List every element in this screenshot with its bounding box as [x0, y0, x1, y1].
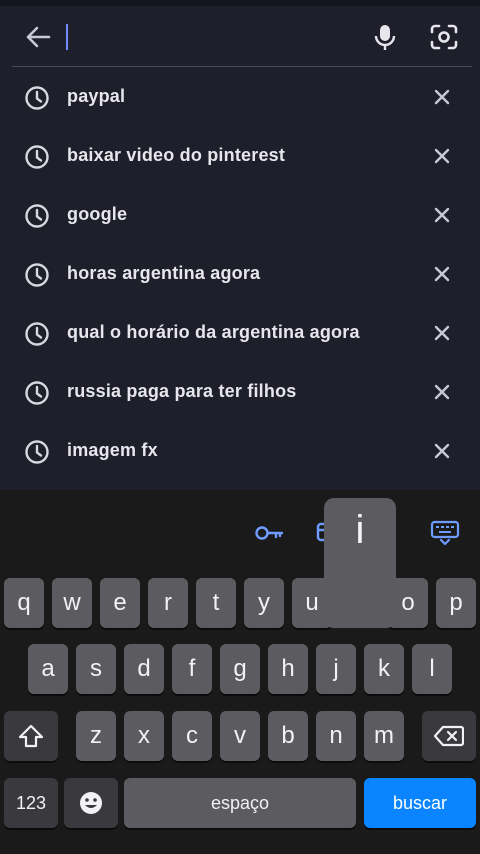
remove-history-icon[interactable]: [430, 144, 454, 168]
key-v[interactable]: v: [220, 711, 260, 761]
history-item[interactable]: qual o horário da argentina agora: [0, 304, 480, 363]
key-x[interactable]: x: [124, 711, 164, 761]
emoji-icon: [80, 792, 102, 814]
key-k[interactable]: k: [364, 644, 404, 694]
key-icon[interactable]: [254, 522, 284, 544]
space-key[interactable]: espaço: [124, 778, 356, 828]
key-y[interactable]: y: [244, 578, 284, 628]
history-item-label: russia paga para ter filhos: [67, 381, 297, 401]
key-z[interactable]: z: [76, 711, 116, 761]
history-clock-icon: [24, 262, 50, 288]
key-l[interactable]: l: [412, 644, 452, 694]
key-i-popup-letter: i: [355, 508, 365, 552]
search-action-key[interactable]: buscar: [364, 778, 476, 828]
key-j[interactable]: j: [316, 644, 356, 694]
back-arrow-icon[interactable]: [22, 22, 54, 52]
remove-history-icon[interactable]: [430, 85, 454, 109]
history-item[interactable]: google: [0, 186, 480, 245]
history-item[interactable]: horas argentina agora: [0, 245, 480, 304]
search-history-list: paypal baixar video do pinterest google …: [0, 68, 480, 481]
history-clock-icon: [24, 144, 50, 170]
key-s[interactable]: s: [76, 644, 116, 694]
key-d[interactable]: d: [124, 644, 164, 694]
history-item[interactable]: baixar video do pinterest: [0, 127, 480, 186]
history-clock-icon: [24, 85, 50, 111]
remove-history-icon[interactable]: [430, 262, 454, 286]
history-item[interactable]: paypal: [0, 68, 480, 127]
remove-history-icon[interactable]: [430, 321, 454, 345]
key-e[interactable]: e: [100, 578, 140, 628]
history-clock-icon: [24, 380, 50, 406]
emoji-key[interactable]: [64, 778, 118, 828]
key-f[interactable]: f: [172, 644, 212, 694]
key-n[interactable]: n: [316, 711, 356, 761]
camera-lens-icon[interactable]: [428, 22, 460, 52]
history-item-label: google: [67, 204, 128, 224]
search-bar: [0, 6, 480, 66]
search-divider: [12, 66, 472, 67]
history-clock-icon: [24, 439, 50, 465]
key-r[interactable]: r: [148, 578, 188, 628]
history-item[interactable]: russia paga para ter filhos: [0, 363, 480, 422]
remove-history-icon[interactable]: [430, 203, 454, 227]
key-t[interactable]: t: [196, 578, 236, 628]
history-item-label: imagem fx: [67, 440, 158, 460]
history-item-label: qual o horário da argentina agora: [67, 322, 360, 342]
search-input-caret[interactable]: [66, 24, 68, 50]
mic-icon[interactable]: [370, 22, 400, 52]
numbers-key[interactable]: 123: [4, 778, 58, 828]
key-g[interactable]: g: [220, 644, 260, 694]
key-h[interactable]: h: [268, 644, 308, 694]
key-c[interactable]: c: [172, 711, 212, 761]
history-item[interactable]: imagem fx: [0, 422, 480, 481]
history-item-label: paypal: [67, 86, 126, 106]
key-a[interactable]: a: [28, 644, 68, 694]
key-p[interactable]: p: [436, 578, 476, 628]
history-item-label: baixar video do pinterest: [67, 145, 286, 165]
key-b[interactable]: b: [268, 711, 308, 761]
remove-history-icon[interactable]: [430, 380, 454, 404]
backspace-icon: [434, 725, 464, 747]
key-q[interactable]: q: [4, 578, 44, 628]
shift-icon: [18, 724, 44, 748]
shift-key[interactable]: [4, 711, 58, 761]
key-m[interactable]: m: [364, 711, 404, 761]
keyboard-toolbar: [0, 490, 480, 570]
history-clock-icon: [24, 203, 50, 229]
remove-history-icon[interactable]: [430, 439, 454, 463]
history-item-label: horas argentina agora: [67, 263, 261, 283]
backspace-key[interactable]: [422, 711, 476, 761]
key-w[interactable]: w: [52, 578, 92, 628]
history-clock-icon: [24, 321, 50, 347]
keyboard-hide-icon[interactable]: [430, 520, 460, 546]
